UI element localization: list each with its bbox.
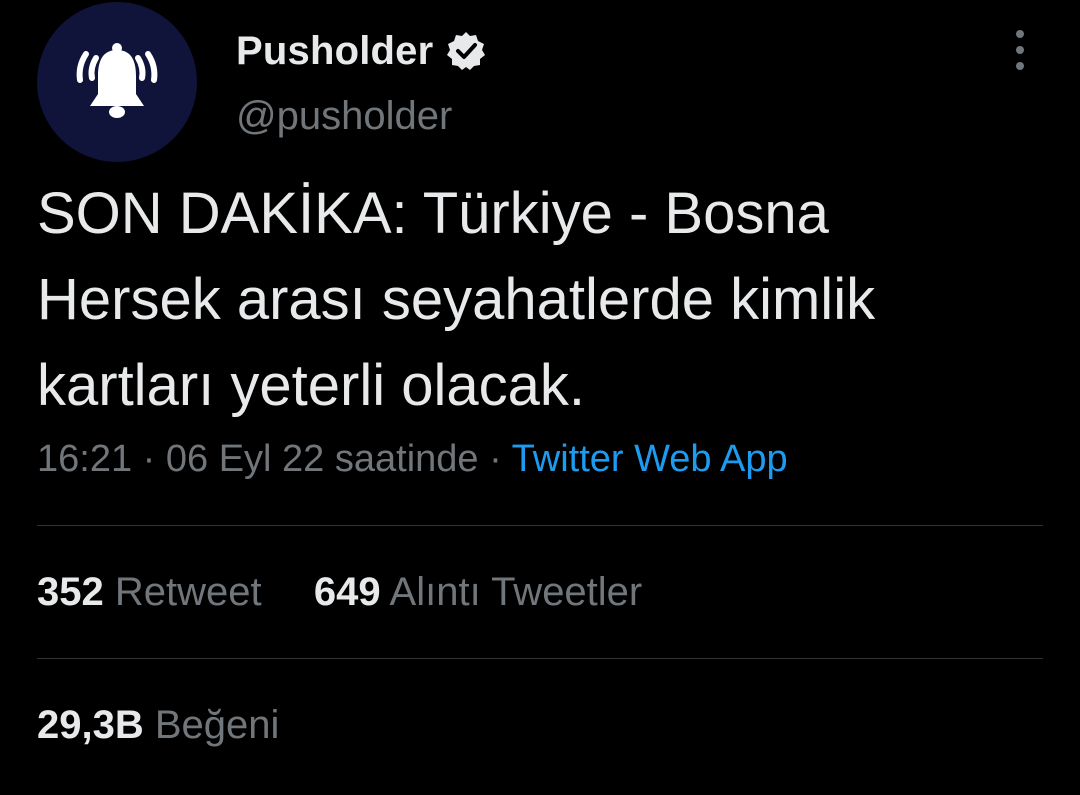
tweet-meta: 16:21 · 06 Eyl 22 saatinde · Twitter Web… [37, 438, 788, 481]
retweet-label: Retweet [114, 570, 262, 614]
more-options-icon[interactable] [1008, 30, 1032, 70]
like-stats: 29,3B Beğeni [37, 703, 279, 748]
meta-separator: · [478, 438, 512, 480]
divider [37, 525, 1043, 526]
display-name[interactable]: Pusholder [236, 29, 433, 74]
tweet-date[interactable]: 06 Eyl 22 saatinde [166, 438, 479, 480]
meta-separator: · [132, 438, 166, 480]
divider [37, 658, 1043, 659]
like-count: 29,3B [37, 703, 144, 747]
tweet-text-line: kartları yeterli olacak. [37, 353, 585, 418]
author-name-row[interactable]: Pusholder [236, 26, 487, 76]
retweet-count: 352 [37, 570, 104, 614]
tweet-text-line: SON DAKİKA: Türkiye - Bosna [37, 181, 829, 246]
retweet-quote-stats: 352 Retweet 649 Alıntı Tweetler [37, 570, 642, 615]
more-dot [1016, 62, 1024, 70]
tweet-time[interactable]: 16:21 [37, 438, 132, 480]
quote-count: 649 [313, 570, 381, 614]
verified-badge-icon [445, 30, 487, 72]
bell-icon [76, 43, 158, 118]
like-label: Beğeni [154, 703, 280, 747]
retweet-stat[interactable]: 352 Retweet [37, 570, 262, 614]
quote-stat[interactable]: 649 Alıntı Tweetler [314, 570, 642, 614]
tweet-text: SON DAKİKA: Türkiye - Bosna Hersek arası… [37, 171, 1037, 429]
quote-label: Alıntı Tweetler [389, 570, 643, 614]
avatar[interactable] [37, 2, 197, 162]
tweet-source-link[interactable]: Twitter Web App [512, 438, 788, 480]
tweet-text-line: Hersek arası seyahatlerde kimlik [37, 267, 876, 332]
more-dot [1016, 30, 1024, 38]
more-dot [1016, 46, 1024, 54]
user-handle[interactable]: @pusholder [236, 94, 452, 139]
like-stat[interactable]: 29,3B Beğeni [37, 703, 279, 747]
